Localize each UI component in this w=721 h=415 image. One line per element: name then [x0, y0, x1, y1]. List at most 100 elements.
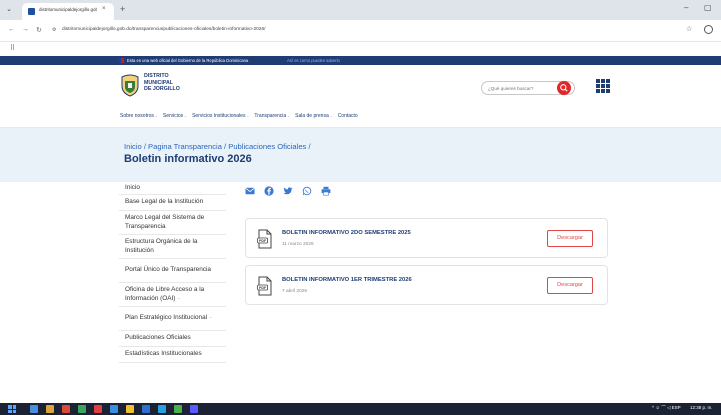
system-tray[interactable]: ^ ☺ ⌒ ◁ ESP	[652, 405, 681, 411]
os-taskbar: ^ ☺ ⌒ ◁ ESP 12:38 p. m.	[0, 403, 721, 415]
sidebar-item[interactable]: Publicaciones Oficiales	[119, 331, 226, 347]
nav-item-label: Servicios	[162, 113, 184, 119]
nav-item-contacto[interactable]: Contacto	[338, 113, 358, 119]
taskbar-app-icon[interactable]	[142, 405, 150, 413]
nav-item-sobre-nosotros[interactable]: Sobre nosotros⌄	[120, 113, 158, 119]
taskbar-app-icon[interactable]	[46, 405, 54, 413]
browser-tab-bar: ⌄ distritomunicipaldejorgillo.gob × + – …	[0, 0, 721, 20]
svg-text:PDF: PDF	[259, 239, 267, 243]
share-bar	[245, 186, 331, 196]
breadcrumb[interactable]: Inicio / Pagina Transparencia / Publicac…	[124, 142, 311, 151]
profile-icon[interactable]	[704, 25, 713, 34]
tab-close-icon[interactable]: ×	[102, 6, 106, 12]
maximize-icon[interactable]: ▢	[704, 3, 712, 12]
nav-item-label: Sobre nosotros	[120, 113, 154, 119]
sidebar-item-label: Base Legal de la Institución	[125, 198, 204, 206]
main-nav: Sobre nosotros⌄ Servicios⌄ Servicios Insti…	[0, 105, 721, 128]
apps-grid-icon[interactable]: ⠿	[10, 44, 15, 52]
nav-item-label: Transparencia	[254, 113, 287, 119]
document-title[interactable]: BOLETIN INFORMATIVO 2DO SEMESTRE 2025	[282, 230, 411, 236]
sidebar-item[interactable]: Marco Legal del Sistema de Transparencia	[119, 211, 226, 235]
nav-item-sala-de-prensa[interactable]: Sala de prensa⌄	[295, 113, 333, 119]
reload-icon[interactable]: ↻	[36, 26, 42, 34]
download-button[interactable]: Descargar	[547, 277, 593, 294]
search-box	[481, 81, 575, 95]
sidebar-item-label: Inicio	[125, 183, 140, 191]
tab-title: distritomunicipaldejorgillo.gob	[39, 7, 97, 12]
sidebar-item[interactable]: Plan Estratégico Institucional –	[119, 307, 226, 331]
document-card: PDF BOLETIN INFORMATIVO 1ER TRIMESTRE 20…	[245, 265, 608, 305]
nav-item-servicios-institucionales[interactable]: Servicios Institucionales⌄	[192, 113, 249, 119]
taskbar-app-icon[interactable]	[110, 405, 118, 413]
search-icon	[560, 84, 568, 92]
submenu-indicator-icon: –	[209, 315, 212, 321]
sidebar-item[interactable]: Inicio	[119, 182, 226, 195]
sidebar-item-label: Plan Estratégico Institucional	[125, 314, 208, 322]
chevron-down-icon: ⌄	[154, 114, 158, 118]
chevron-down-icon: ⌄	[329, 114, 333, 118]
twitter-share-icon[interactable]	[283, 186, 293, 196]
search-input[interactable]	[488, 84, 558, 93]
nav-item-label: Sala de prensa	[295, 113, 329, 119]
sidebar-item-label: Estadísticas Institucionales	[125, 350, 202, 358]
chevron-down-icon: ⌄	[287, 114, 291, 118]
print-icon[interactable]	[321, 186, 331, 196]
pdf-file-icon: PDF	[257, 229, 272, 249]
windows-start-icon[interactable]	[8, 405, 16, 413]
logo-line-2: MUNICIPAL	[144, 79, 174, 86]
page-hero: Inicio / Pagina Transparencia / Publicac…	[0, 128, 721, 182]
nav-item-transparencia[interactable]: Transparencia⌄	[254, 113, 290, 119]
site-info-icon[interactable]: ⚙	[52, 27, 56, 33]
minimize-icon[interactable]: –	[684, 3, 688, 12]
sidebar-item-label: Portal Único de Transparencia	[125, 266, 211, 274]
site-logo-text[interactable]: DISTRITO MUNICIPAL DE JORGILLO	[144, 73, 180, 93]
sidebar-item-label: Marco Legal del Sistema de Transparencia	[125, 213, 205, 230]
page-title: Boletin informativo 2026	[124, 153, 252, 165]
sidebar-item[interactable]: Base Legal de la Institución	[119, 195, 226, 211]
back-icon[interactable]: ←	[8, 26, 15, 33]
facebook-share-icon[interactable]	[264, 186, 274, 196]
logo-line-3: DE JORGILLO	[144, 86, 180, 93]
sidebar-item-label: Publicaciones Oficiales	[125, 334, 191, 342]
whatsapp-share-icon[interactable]	[302, 186, 312, 196]
tab-search-icon[interactable]: ⌄	[4, 5, 14, 15]
site-header: DISTRITO MUNICIPAL DE JORGILLO	[0, 65, 721, 105]
taskbar-app-icon[interactable]	[94, 405, 102, 413]
taskbar-app-icon[interactable]	[126, 405, 134, 413]
sidebar-item[interactable]: Estadísticas Institucionales	[119, 347, 226, 363]
taskbar-app-icon[interactable]	[158, 405, 166, 413]
taskbar-app-icon[interactable]	[30, 405, 38, 413]
url-text: distritomunicipaldejorgillo.gob.do/trans…	[62, 27, 266, 32]
download-button[interactable]: Descargar	[547, 230, 593, 247]
flag-icon	[118, 58, 124, 63]
sidebar-item[interactable]: Estructura Orgánica de la Institución	[119, 235, 226, 259]
submenu-indicator-icon: –	[177, 295, 180, 301]
browser-tab[interactable]: distritomunicipaldejorgillo.gob ×	[22, 3, 114, 20]
document-card: PDF BOLETIN INFORMATIVO 2DO SEMESTRE 202…	[245, 218, 608, 258]
email-share-icon[interactable]	[245, 186, 255, 196]
municipal-seal-icon[interactable]	[120, 73, 140, 97]
new-tab-button[interactable]: +	[120, 4, 125, 14]
main-nav-list: Sobre nosotros⌄ Servicios⌄ Servicios Insti…	[120, 113, 358, 119]
document-title[interactable]: BOLETIN INFORMATIVO 1ER TRIMESTRE 2026	[282, 277, 412, 283]
document-date: 7 abril 2026	[282, 289, 308, 294]
taskbar-app-icon[interactable]	[174, 405, 182, 413]
taskbar-clock[interactable]: 12:38 p. m.	[690, 405, 713, 410]
sidebar-item[interactable]: Oficina de Libre Acceso a la Información…	[119, 283, 226, 307]
taskbar-app-icon[interactable]	[190, 405, 198, 413]
url-field[interactable]: ⚙ distritomunicipaldejorgillo.gob.do/tra…	[52, 25, 672, 37]
nav-item-label: Servicios Institucionales	[192, 113, 246, 119]
favicon-icon	[28, 8, 35, 15]
taskbar-app-icon[interactable]	[62, 405, 70, 413]
nav-item-label: Contacto	[337, 113, 358, 119]
taskbar-app-icon[interactable]	[78, 405, 86, 413]
sidebar-item[interactable]: Portal Único de Transparencia	[119, 259, 226, 283]
bookmark-star-icon[interactable]: ☆	[686, 25, 692, 33]
chevron-down-icon: ⌄	[246, 114, 250, 118]
gov-banner-link[interactable]: Así es como puedes saberlo	[287, 58, 340, 63]
address-bar: ← → ↻ ⚙ distritomunicipaldejorgillo.gob.…	[0, 20, 721, 42]
forward-icon[interactable]: →	[22, 26, 29, 33]
nav-item-servicios[interactable]: Servicios⌄	[163, 113, 187, 119]
menu-grid-icon[interactable]	[596, 79, 610, 93]
search-button[interactable]	[557, 81, 571, 95]
